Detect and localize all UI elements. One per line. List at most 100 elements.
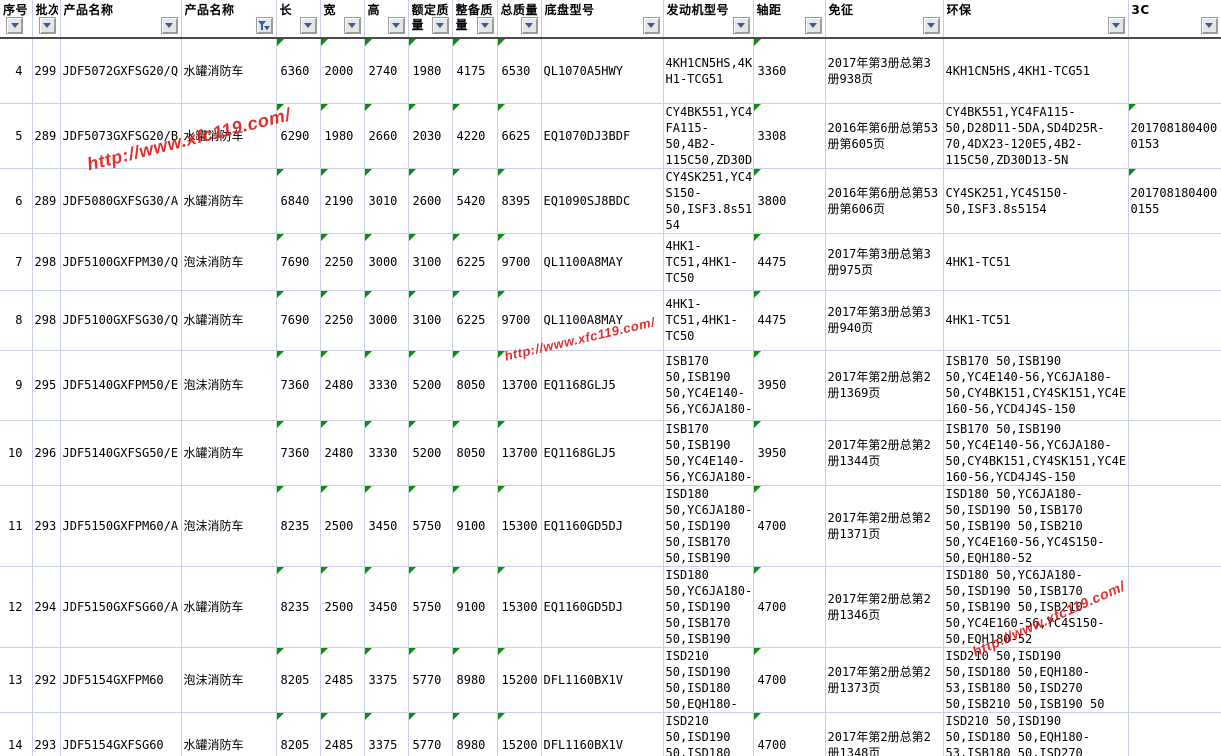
cell-batch[interactable]: 296: [32, 420, 60, 485]
filter-button-model[interactable]: [161, 17, 178, 34]
cell-engine[interactable]: CY4SK251,YC4S150-50,ISF3.8s5154: [663, 168, 753, 233]
cell-curb[interactable]: 5420: [452, 168, 497, 233]
cell-chassis[interactable]: QL1070A5HWY: [541, 38, 663, 103]
cell-name[interactable]: 水罐消防车: [181, 38, 276, 103]
cell-ccc[interactable]: [1128, 233, 1221, 290]
filter-button-seq[interactable]: [6, 17, 23, 34]
cell-batch[interactable]: 295: [32, 350, 60, 420]
cell-batch[interactable]: 293: [32, 712, 60, 756]
cell-rated[interactable]: 1980: [408, 38, 452, 103]
cell-exempt[interactable]: 2017年第2册总第2册1346页: [825, 566, 943, 647]
cell-gross[interactable]: 15200: [497, 647, 541, 712]
cell-hei[interactable]: 3450: [364, 485, 408, 566]
cell-wid[interactable]: 1980: [320, 103, 364, 168]
cell-len[interactable]: 7690: [276, 290, 320, 350]
cell-engine[interactable]: ISD180 50,YC6JA180-50,ISD190 50,ISB170 5…: [663, 566, 753, 647]
cell-wheelbase[interactable]: 3950: [753, 350, 825, 420]
cell-model[interactable]: JDF5072GXFSG20/Q: [60, 38, 181, 103]
cell-wid[interactable]: 2250: [320, 290, 364, 350]
cell-exempt[interactable]: 2016年第6册总第53册第606页: [825, 168, 943, 233]
cell-wheelbase[interactable]: 4700: [753, 566, 825, 647]
cell-hei[interactable]: 2660: [364, 103, 408, 168]
cell-wheelbase[interactable]: 3360: [753, 38, 825, 103]
filter-button-len[interactable]: [300, 17, 317, 34]
cell-name[interactable]: 泡沫消防车: [181, 485, 276, 566]
cell-wid[interactable]: 2500: [320, 485, 364, 566]
cell-gross[interactable]: 13700: [497, 420, 541, 485]
cell-gross[interactable]: 15300: [497, 485, 541, 566]
cell-chassis[interactable]: EQ1090SJ8BDC: [541, 168, 663, 233]
cell-chassis[interactable]: DFL1160BX1V: [541, 712, 663, 756]
cell-wheelbase[interactable]: 4475: [753, 290, 825, 350]
cell-model[interactable]: JDF5154GXFSG60: [60, 712, 181, 756]
cell-chassis[interactable]: QL1100A8MAY: [541, 233, 663, 290]
cell-model[interactable]: JDF5150GXFSG60/A: [60, 566, 181, 647]
cell-rated[interactable]: 5200: [408, 420, 452, 485]
cell-env[interactable]: 4KH1CN5HS,4KH1-TCG51: [943, 38, 1128, 103]
cell-wid[interactable]: 2000: [320, 38, 364, 103]
cell-rated[interactable]: 5750: [408, 566, 452, 647]
cell-name[interactable]: 泡沫消防车: [181, 647, 276, 712]
cell-len[interactable]: 7360: [276, 350, 320, 420]
cell-engine[interactable]: CY4BK551,YC4FA115-50,4B2-115C50,ZD30D: [663, 103, 753, 168]
cell-ccc[interactable]: [1128, 420, 1221, 485]
cell-wheelbase[interactable]: 4475: [753, 233, 825, 290]
filter-button-batch[interactable]: [39, 17, 56, 34]
cell-env[interactable]: ISD180 50,YC6JA180-50,ISD190 50,ISB170 5…: [943, 485, 1128, 566]
cell-batch[interactable]: 298: [32, 233, 60, 290]
cell-ccc[interactable]: [1128, 290, 1221, 350]
cell-hei[interactable]: 3330: [364, 350, 408, 420]
cell-wid[interactable]: 2190: [320, 168, 364, 233]
cell-exempt[interactable]: 2017年第2册总第2册1348页: [825, 712, 943, 756]
cell-seq[interactable]: 12: [0, 566, 32, 647]
cell-seq[interactable]: 10: [0, 420, 32, 485]
cell-name[interactable]: 水罐消防车: [181, 566, 276, 647]
cell-exempt[interactable]: 2017年第3册总第3册938页: [825, 38, 943, 103]
cell-model[interactable]: JDF5154GXFPM60: [60, 647, 181, 712]
cell-ccc[interactable]: [1128, 485, 1221, 566]
cell-wid[interactable]: 2480: [320, 420, 364, 485]
cell-rated[interactable]: 3100: [408, 290, 452, 350]
cell-hei[interactable]: 2740: [364, 38, 408, 103]
cell-batch[interactable]: 298: [32, 290, 60, 350]
cell-seq[interactable]: 9: [0, 350, 32, 420]
filter-button-name[interactable]: [256, 17, 273, 34]
cell-chassis[interactable]: EQ1160GD5DJ: [541, 485, 663, 566]
cell-env[interactable]: ISB170 50,ISB190 50,YC4E140-56,YC6JA180-…: [943, 420, 1128, 485]
filter-button-rated[interactable]: [432, 17, 449, 34]
cell-ccc[interactable]: [1128, 647, 1221, 712]
cell-rated[interactable]: 3100: [408, 233, 452, 290]
filter-button-hei[interactable]: [388, 17, 405, 34]
cell-model[interactable]: JDF5100GXFSG30/Q: [60, 290, 181, 350]
cell-exempt[interactable]: 2017年第2册总第2册1373页: [825, 647, 943, 712]
cell-seq[interactable]: 4: [0, 38, 32, 103]
cell-ccc[interactable]: [1128, 712, 1221, 756]
cell-engine[interactable]: ISD210 50,ISD190 50,ISD180 50,EQH180-: [663, 647, 753, 712]
cell-wheelbase[interactable]: 3950: [753, 420, 825, 485]
filter-button-exempt[interactable]: [923, 17, 940, 34]
cell-model[interactable]: JDF5073GXFSG20/B: [60, 103, 181, 168]
cell-env[interactable]: ISD210 50,ISD190 50,ISD180 50,EQH180-53,…: [943, 647, 1128, 712]
cell-batch[interactable]: 292: [32, 647, 60, 712]
cell-len[interactable]: 7360: [276, 420, 320, 485]
cell-name[interactable]: 泡沫消防车: [181, 233, 276, 290]
cell-engine[interactable]: ISB170 50,ISB190 50,YC4E140-56,YC6JA180-: [663, 420, 753, 485]
cell-rated[interactable]: 2600: [408, 168, 452, 233]
cell-env[interactable]: CY4SK251,YC4S150-50,ISF3.8s5154: [943, 168, 1128, 233]
cell-curb[interactable]: 8980: [452, 712, 497, 756]
cell-name[interactable]: 水罐消防车: [181, 420, 276, 485]
cell-rated[interactable]: 2030: [408, 103, 452, 168]
cell-exempt[interactable]: 2017年第3册总第3册975页: [825, 233, 943, 290]
cell-len[interactable]: 8205: [276, 647, 320, 712]
cell-chassis[interactable]: EQ1160GD5DJ: [541, 566, 663, 647]
cell-seq[interactable]: 8: [0, 290, 32, 350]
cell-gross[interactable]: 6530: [497, 38, 541, 103]
cell-engine[interactable]: 4KH1CN5HS,4KH1-TCG51: [663, 38, 753, 103]
cell-len[interactable]: 7690: [276, 233, 320, 290]
cell-hei[interactable]: 3000: [364, 290, 408, 350]
cell-engine[interactable]: 4HK1-TC51,4HK1-TC50: [663, 233, 753, 290]
cell-hei[interactable]: 3375: [364, 712, 408, 756]
cell-name[interactable]: 水罐消防车: [181, 103, 276, 168]
cell-curb[interactable]: 8050: [452, 420, 497, 485]
cell-engine[interactable]: ISD210 50,ISD190 50,ISD180 50,EQH180-: [663, 712, 753, 756]
